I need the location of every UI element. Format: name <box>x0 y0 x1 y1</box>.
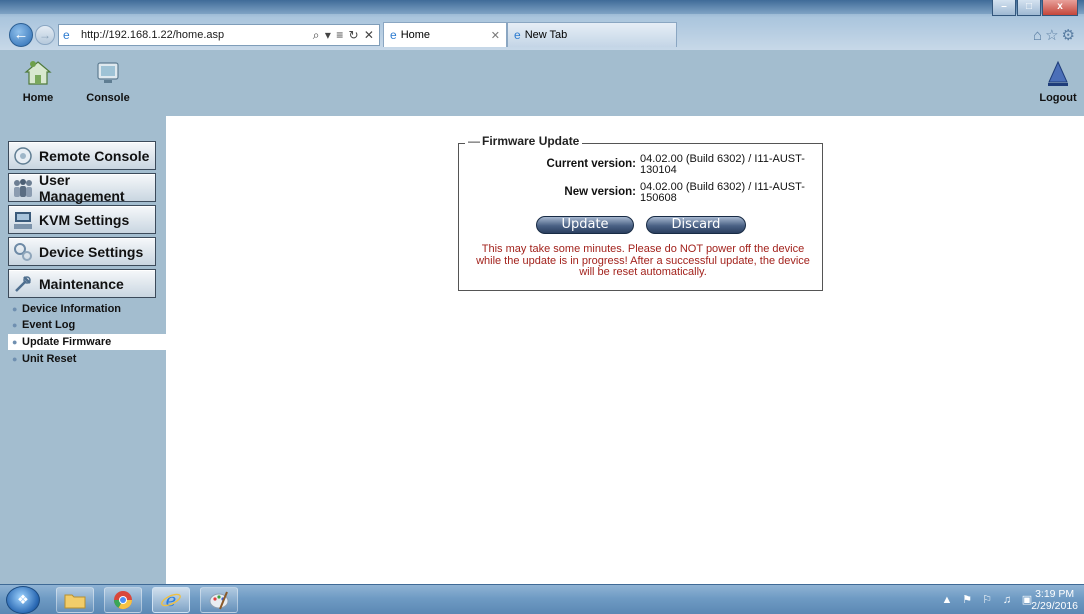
svg-text:e: e <box>166 590 177 611</box>
bullet-icon: ● <box>12 304 18 314</box>
clock[interactable]: 3:19 PM 2/29/2016 <box>1031 588 1078 612</box>
paint-icon <box>209 591 229 610</box>
chrome-icon <box>114 591 132 610</box>
menu-maintenance[interactable]: Maintenance <box>8 269 156 298</box>
legend-text: Firmware Update <box>482 134 580 148</box>
remote-console-icon <box>11 144 35 168</box>
new-version-row: New version: 04.02.00 (Build 6302) / I11… <box>540 182 810 204</box>
ie-tab-icon: e <box>390 28 397 42</box>
submenu-event-log[interactable]: ● Event Log <box>8 317 166 333</box>
tray-network-icon[interactable]: ⚑ <box>960 593 974 607</box>
app-header: Home Console Logout <box>0 50 1084 116</box>
address-tools[interactable]: ⌕ ▾ ≡ ↻ ✕ <box>313 28 379 43</box>
console-nav-button[interactable]: Console <box>78 54 138 104</box>
tray-volume-icon[interactable]: ♫ <box>1000 593 1014 607</box>
home-toolbar-icon[interactable]: ⌂ <box>1033 27 1045 44</box>
submenu-label: Event Log <box>22 319 76 331</box>
internet-explorer-icon: e <box>161 590 181 611</box>
current-version-label: Current version: <box>546 158 636 170</box>
tray-expand-icon[interactable]: ▲ <box>940 593 954 607</box>
home-icon <box>16 54 60 92</box>
address-url[interactable]: http://192.168.1.22/home.asp <box>81 29 313 41</box>
tray-flag-icon[interactable]: ⚐ <box>980 593 994 607</box>
menu-remote-console[interactable]: Remote Console <box>8 141 156 170</box>
explorer-taskbar-button[interactable] <box>56 587 94 613</box>
update-button[interactable]: Update <box>536 216 634 234</box>
new-version-label: New version: <box>564 186 636 198</box>
ie-taskbar-button[interactable]: e <box>152 587 190 613</box>
forward-button[interactable]: → <box>35 25 55 45</box>
menu-user-management[interactable]: User Management <box>8 171 156 204</box>
back-button[interactable]: ← <box>9 23 33 47</box>
favorites-star-icon[interactable]: ☆ <box>1045 27 1061 44</box>
clock-date: 2/29/2016 <box>1031 600 1078 612</box>
menu-label: KVM Settings <box>39 211 130 228</box>
system-tray: ▲ ⚑ ⚐ ♫ ▣ <box>940 593 1034 607</box>
tab-label: Home <box>400 29 431 41</box>
paint-taskbar-button[interactable] <box>200 587 238 613</box>
maintenance-icon <box>11 272 35 296</box>
bullet-icon: ● <box>12 320 18 330</box>
update-warning-text: This may take some minutes. Please do NO… <box>476 243 810 278</box>
address-bar[interactable]: e http://192.168.1.22/home.asp ⌕ ▾ ≡ ↻ ✕ <box>58 24 380 46</box>
menu-label: Maintenance <box>39 275 124 292</box>
browser-chrome: – □ x ← → e http://192.168.1.22/home.asp… <box>0 0 1084 50</box>
submenu-update-firmware[interactable]: ● Update Firmware <box>8 334 166 350</box>
logout-icon <box>1036 54 1080 92</box>
console-label: Console <box>86 92 130 104</box>
new-version-value: 04.02.00 (Build 6302) / I11-AUST-150608 <box>640 181 805 204</box>
home-label: Home <box>22 92 54 104</box>
menu-label: Device Settings <box>39 243 144 260</box>
bullet-icon: ● <box>12 354 18 364</box>
windows-logo-icon: ❖ <box>17 592 29 607</box>
current-version-value: 04.02.00 (Build 6302) / I11-AUST-130104 <box>640 153 805 176</box>
maximize-button[interactable]: □ <box>1017 0 1041 16</box>
taskbar: ❖ e ▲ ⚑ ⚐ ♫ ▣ 3:19 PM 2/29/2016 <box>0 584 1084 614</box>
home-nav-button[interactable]: Home <box>16 54 60 104</box>
tab-home[interactable]: e Home ✕ <box>383 22 507 47</box>
minimize-button[interactable]: – <box>992 0 1016 16</box>
ie-tab-icon: e <box>514 28 521 42</box>
discard-button[interactable]: Discard <box>646 216 746 234</box>
close-button[interactable]: x <box>1042 0 1078 16</box>
firmware-update-legend: — Firmware Update <box>465 134 583 148</box>
submenu-label: Device Information <box>22 303 122 315</box>
start-button[interactable]: ❖ <box>6 586 40 614</box>
kvm-icon <box>11 208 35 232</box>
title-bar <box>0 0 1084 14</box>
tools-gear-icon[interactable]: ⚙ <box>1062 27 1078 44</box>
console-icon <box>78 54 138 92</box>
submenu-label: Update Firmware <box>22 336 112 348</box>
menu-label: Remote Console <box>39 147 150 164</box>
tab-new-tab[interactable]: e New Tab <box>507 22 677 47</box>
submenu-unit-reset[interactable]: ● Unit Reset <box>8 351 166 367</box>
clock-time: 3:19 PM <box>1035 588 1075 600</box>
users-icon <box>11 176 35 200</box>
tab-close-icon[interactable]: ✕ <box>491 29 500 42</box>
window-controls: – □ x <box>992 0 1078 16</box>
submenu-device-information[interactable]: ● Device Information <box>8 301 166 317</box>
logout-label: Logout <box>1039 92 1077 104</box>
logout-button[interactable]: Logout <box>1036 54 1080 104</box>
tab-label: New Tab <box>524 29 568 41</box>
menu-device-settings[interactable]: Device Settings <box>8 237 156 266</box>
menu-kvm-settings[interactable]: KVM Settings <box>8 205 156 234</box>
device-settings-icon <box>11 240 35 264</box>
submenu-label: Unit Reset <box>22 353 77 365</box>
current-version-row: Current version: 04.02.00 (Build 6302) /… <box>540 154 810 176</box>
menu-label: User Management <box>39 171 125 204</box>
chrome-taskbar-button[interactable] <box>104 587 142 613</box>
bullet-icon: ● <box>12 337 18 347</box>
ie-page-icon: e <box>63 28 70 42</box>
folder-icon <box>64 594 86 609</box>
browser-toolbar-icons: ⌂☆⚙ <box>1033 26 1078 44</box>
